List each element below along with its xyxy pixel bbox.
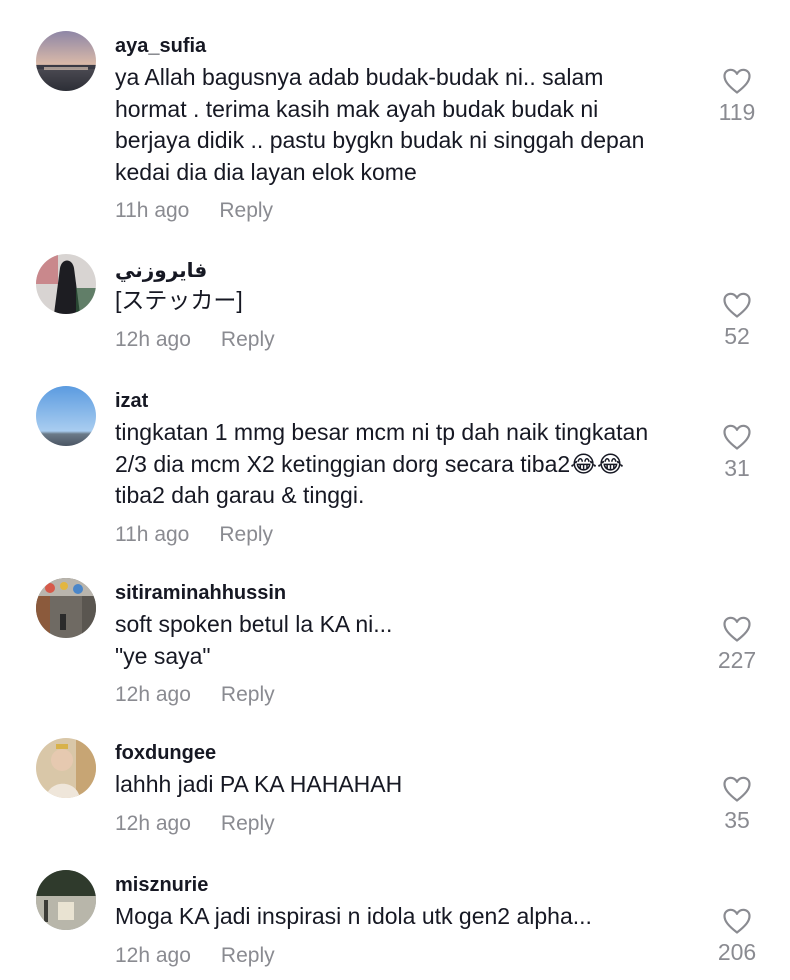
heart-icon[interactable] (722, 291, 752, 319)
reply-button[interactable]: Reply (221, 683, 275, 706)
veiled-figure-icon (36, 254, 96, 314)
comment-text-line: "ye saya" (115, 642, 211, 669)
comment-text-line: 2/3 dia mcm X2 ketinggian dorg secara ti… (115, 450, 624, 477)
comment-text-line: kedai dia dia layan elok kome (115, 158, 417, 185)
comment-text: [ステッカー] (115, 285, 715, 317)
comment-text-line: soft spoken betul la KA ni... (115, 611, 393, 637)
avatar[interactable] (36, 870, 96, 930)
comment-username[interactable]: foxdungee (115, 742, 216, 765)
comment-username[interactable]: misznurie (115, 874, 208, 897)
comment-text: ya Allah bagusnya adab budak-budak ni.. … (115, 62, 715, 188)
comment-text: soft spoken betul la KA ni... "ye saya" (115, 609, 715, 672)
like-button[interactable]: 206 (706, 907, 768, 966)
like-button[interactable]: 35 (706, 775, 768, 834)
comment-text-line: lahhh jadi PA KA HAHAHAH (115, 771, 403, 797)
comment-timestamp: 12h ago (115, 944, 191, 967)
comment-text-line: tingkatan 1 mmg besar mcm ni tp dah naik… (115, 419, 649, 445)
heart-icon[interactable] (722, 775, 752, 803)
comment-text-line: hormat . terima kasih mak ayah budak bud… (115, 95, 599, 122)
comment-text: lahhh jadi PA KA HAHAHAH (115, 769, 715, 801)
comment-username[interactable]: sitiraminahhussin (115, 582, 286, 605)
avatar[interactable] (36, 386, 96, 446)
comment-meta: 12h ago Reply (115, 328, 275, 352)
like-count: 52 (724, 323, 750, 349)
reply-button[interactable]: Reply (219, 523, 273, 546)
like-button[interactable]: 31 (706, 423, 768, 482)
comment-meta: 12h ago Reply (115, 812, 275, 836)
comment-text-line: Moga KA jadi inspirasi n idola utk gen2 … (115, 903, 592, 929)
comment-text-line: [ステッカー] (115, 287, 243, 313)
comment-timestamp: 12h ago (115, 812, 191, 835)
like-button[interactable]: 227 (706, 615, 768, 674)
comment-username[interactable]: فايروزني (115, 258, 207, 283)
comment-meta: 11h ago Reply (115, 523, 273, 547)
reply-button[interactable]: Reply (221, 328, 275, 351)
comment-meta: 12h ago Reply (115, 683, 275, 707)
avatar[interactable] (36, 254, 96, 314)
avatar[interactable] (36, 31, 96, 91)
like-count: 31 (724, 455, 750, 481)
like-count: 35 (724, 807, 750, 833)
heart-icon[interactable] (722, 423, 752, 451)
reply-button[interactable]: Reply (221, 812, 275, 835)
sunset-landscape-icon (36, 31, 96, 91)
avatar[interactable] (36, 738, 96, 798)
comment-meta: 11h ago Reply (115, 199, 273, 223)
park-scene-icon (36, 870, 96, 930)
like-count: 119 (718, 99, 756, 125)
comment-text: Moga KA jadi inspirasi n idola utk gen2 … (115, 901, 715, 933)
person-photo-icon (36, 738, 96, 798)
like-button[interactable]: 119 (706, 67, 768, 126)
avatar[interactable] (36, 578, 96, 638)
comment-username[interactable]: izat (115, 390, 148, 413)
comment-text: tingkatan 1 mmg besar mcm ni tp dah naik… (115, 417, 715, 512)
like-count: 227 (717, 647, 757, 673)
like-count: 206 (717, 939, 757, 965)
comment-meta: 12h ago Reply (115, 944, 275, 968)
comment-timestamp: 11h ago (115, 523, 190, 546)
street-scene-icon (36, 578, 96, 638)
comment-timestamp: 12h ago (115, 328, 191, 351)
comment-text-line: berjaya didik .. pastu bygkn budak ni si… (115, 127, 645, 153)
blue-sky-icon (36, 386, 96, 446)
comment-timestamp: 12h ago (115, 683, 191, 706)
reply-button[interactable]: Reply (219, 199, 273, 222)
comment-text-line: ya Allah bagusnya adab budak-budak ni.. … (115, 64, 604, 90)
comment-text-line: tiba2 dah garau & tinggi. (115, 482, 365, 508)
comment-username[interactable]: aya_sufia (115, 35, 206, 58)
comment-timestamp: 11h ago (115, 199, 190, 222)
heart-icon[interactable] (722, 615, 752, 643)
heart-icon[interactable] (722, 907, 752, 935)
reply-button[interactable]: Reply (221, 944, 275, 967)
heart-icon[interactable] (722, 67, 752, 95)
like-button[interactable]: 52 (706, 291, 768, 350)
